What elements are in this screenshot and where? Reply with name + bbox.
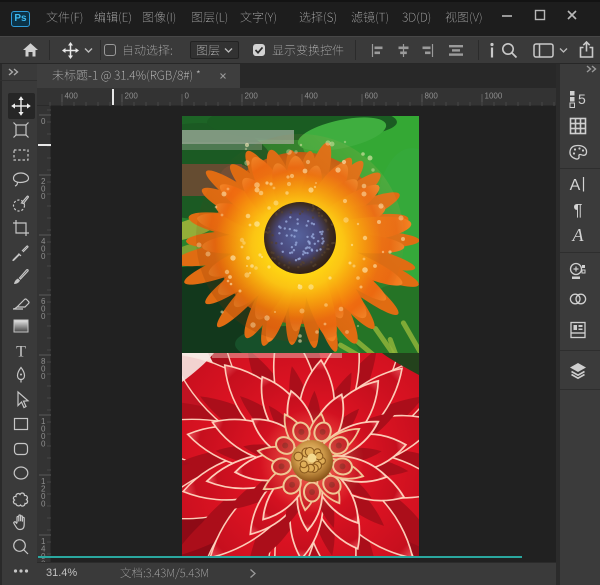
- svg-text:1000: 1000: [485, 92, 503, 101]
- svg-text:200: 200: [125, 92, 139, 101]
- svg-text:5: 5: [578, 91, 586, 107]
- svg-text:0: 0: [41, 192, 46, 201]
- svg-text:0: 0: [41, 117, 46, 126]
- svg-text:400: 400: [305, 92, 319, 101]
- svg-text:0: 0: [41, 252, 46, 261]
- svg-text:0: 0: [185, 92, 190, 101]
- svg-text:600: 600: [365, 92, 379, 101]
- svg-text:T: T: [16, 344, 26, 361]
- svg-text:400: 400: [65, 92, 79, 101]
- svg-text:800: 800: [425, 92, 439, 101]
- svg-text:0: 0: [41, 312, 46, 321]
- svg-text:A: A: [570, 177, 581, 194]
- svg-text:A: A: [572, 225, 585, 245]
- svg-text:200: 200: [245, 92, 259, 101]
- svg-text:0: 0: [41, 372, 46, 381]
- svg-text:0: 0: [41, 500, 46, 509]
- svg-text:¶: ¶: [573, 201, 582, 220]
- svg-text:0: 0: [41, 440, 46, 449]
- svg-text:0: 0: [41, 560, 46, 563]
